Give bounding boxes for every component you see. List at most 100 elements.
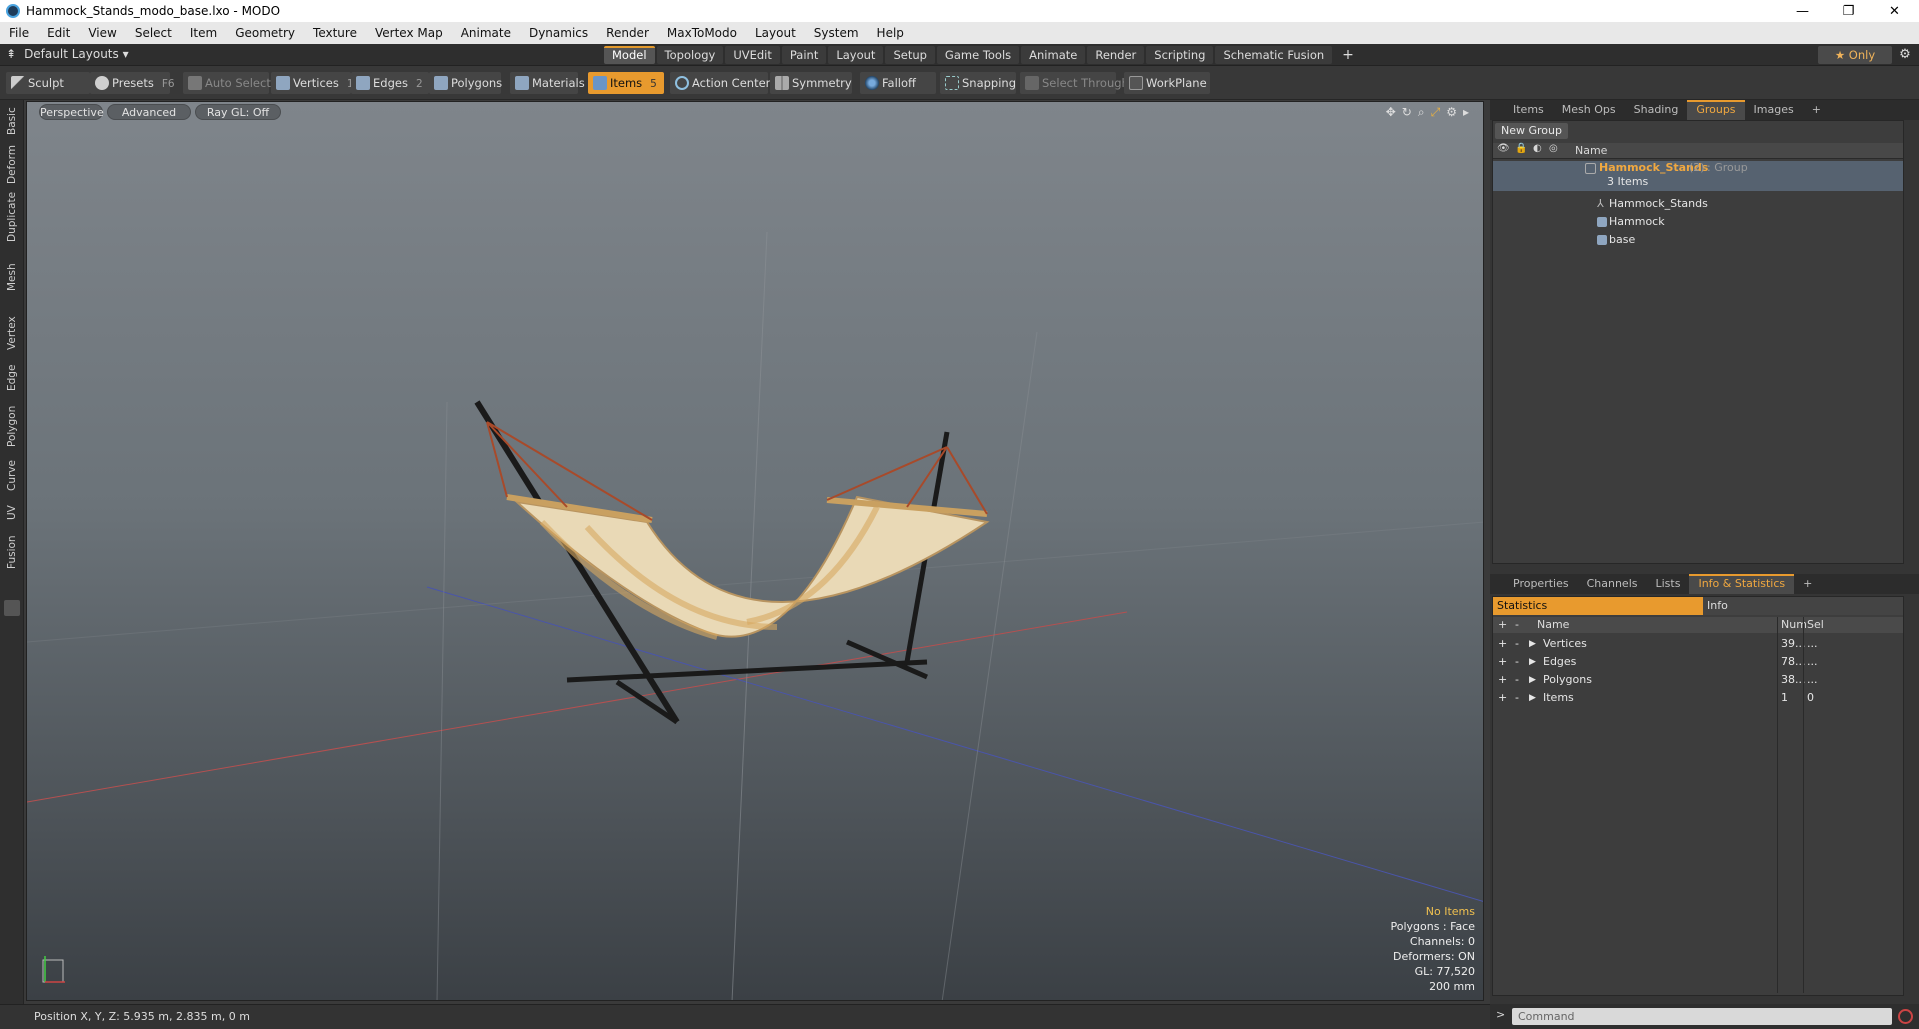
workplane-button[interactable]: WorkPlane: [1124, 72, 1210, 94]
command-input[interactable]: Command: [1512, 1008, 1892, 1025]
menu-dynamics[interactable]: Dynamics: [520, 26, 597, 40]
menu-texture[interactable]: Texture: [304, 26, 366, 40]
statistics-tab[interactable]: Statistics: [1493, 597, 1703, 615]
gear-icon[interactable]: ⚙: [1895, 46, 1915, 64]
disclosure-arrow-icon[interactable]: ▶: [1529, 671, 1536, 689]
fit-icon[interactable]: ⤢: [1431, 105, 1441, 120]
menu-select[interactable]: Select: [126, 26, 181, 40]
rotate-icon[interactable]: ↻: [1402, 105, 1412, 120]
tab-model[interactable]: Model: [604, 46, 655, 64]
scene-canvas[interactable]: [27, 102, 1484, 1001]
tree-item[interactable]: base: [1493, 231, 1903, 249]
stat-row[interactable]: + - ▶ Vertices 39... ...: [1493, 635, 1903, 653]
maximize-button[interactable]: ❐: [1826, 0, 1871, 22]
tab-layout[interactable]: Layout: [828, 46, 884, 64]
collapse-icon[interactable]: -: [1515, 653, 1519, 671]
tool-tabs-toggle[interactable]: [4, 600, 20, 616]
tab-setup[interactable]: Setup: [885, 46, 935, 64]
vtab-polygon[interactable]: Polygon: [2, 402, 22, 450]
disclosure-arrow-icon[interactable]: ▶: [1529, 689, 1536, 707]
tab-items[interactable]: Items: [1504, 100, 1553, 120]
vtab-fusion[interactable]: Fusion: [2, 532, 22, 572]
expand-all-icon[interactable]: +: [1498, 617, 1507, 633]
edges-button[interactable]: Edges 2: [351, 72, 429, 94]
polygons-button[interactable]: Polygons: [429, 72, 502, 94]
tab-paint[interactable]: Paint: [781, 46, 827, 64]
vtab-mesh-edit[interactable]: Mesh Edit: [2, 252, 38, 302]
add-panel-tab-button[interactable]: +: [1803, 100, 1830, 120]
command-record-icon[interactable]: [1898, 1009, 1913, 1024]
tab-render[interactable]: Render: [1087, 46, 1145, 64]
perspective-button[interactable]: Perspective: [39, 104, 104, 120]
advanced-button[interactable]: Advanced: [107, 104, 191, 120]
menu-layout[interactable]: Layout: [746, 26, 805, 40]
3d-viewport[interactable]: Perspective Advanced Ray GL: Off ✥ ↻ ⌕ ⤢…: [26, 101, 1484, 1001]
tab-animate[interactable]: Animate: [1021, 46, 1086, 64]
vtab-uv[interactable]: UV: [2, 502, 22, 524]
menu-vertex-map[interactable]: Vertex Map: [366, 26, 452, 40]
group-row[interactable]: Hammock_Stands (2) : Group 3 Items: [1493, 161, 1903, 191]
tab-game-tools[interactable]: Game Tools: [936, 46, 1020, 64]
collapse-icon[interactable]: -: [1515, 689, 1519, 707]
tree-item[interactable]: Hammock: [1493, 213, 1903, 231]
tab-images[interactable]: Images: [1745, 100, 1803, 120]
tab-scripting[interactable]: Scripting: [1146, 46, 1214, 64]
add-tab-button[interactable]: +: [1334, 46, 1362, 64]
menu-view[interactable]: View: [79, 26, 125, 40]
new-group-button[interactable]: New Group: [1495, 123, 1568, 139]
items-button[interactable]: Items 5: [588, 72, 664, 94]
vtab-curve[interactable]: Curve: [2, 458, 22, 494]
close-button[interactable]: ✕: [1872, 0, 1917, 22]
action-center-button[interactable]: Action Center: [670, 72, 770, 94]
stat-row[interactable]: + - ▶ Edges 78... ...: [1493, 653, 1903, 671]
menu-animate[interactable]: Animate: [452, 26, 520, 40]
expand-icon[interactable]: +: [1498, 653, 1507, 671]
tab-groups[interactable]: Groups: [1687, 100, 1745, 120]
tab-mesh-ops[interactable]: Mesh Ops: [1553, 100, 1625, 120]
symmetry-button[interactable]: Symmetry: [770, 72, 852, 94]
tab-properties[interactable]: Properties: [1504, 574, 1578, 594]
expand-icon[interactable]: +: [1498, 689, 1507, 707]
menu-maxtomodo[interactable]: MaxToModo: [658, 26, 746, 40]
vertices-button[interactable]: Vertices1: [271, 72, 354, 94]
select-through-button[interactable]: Select Through: [1020, 72, 1129, 94]
pan-icon[interactable]: ✥: [1386, 105, 1396, 120]
auto-select-button[interactable]: Auto Select: [183, 72, 271, 94]
snapping-button[interactable]: Snapping: [940, 72, 1016, 94]
tab-channels[interactable]: Channels: [1578, 574, 1647, 594]
raygl-button[interactable]: Ray GL: Off: [195, 104, 281, 120]
viewport-menu-arrow-icon[interactable]: ▸: [1463, 105, 1469, 120]
tab-info-statistics[interactable]: Info & Statistics: [1689, 574, 1795, 594]
disclosure-arrow-icon[interactable]: ▶: [1529, 653, 1536, 671]
collapse-icon[interactable]: -: [1515, 635, 1519, 653]
collapse-all-icon[interactable]: -: [1515, 617, 1519, 633]
menu-file[interactable]: File: [0, 26, 38, 40]
menu-system[interactable]: System: [805, 26, 868, 40]
sculpt-button[interactable]: Sculpt: [6, 72, 90, 94]
tab-lists[interactable]: Lists: [1647, 574, 1690, 594]
menu-edit[interactable]: Edit: [38, 26, 79, 40]
tab-shading[interactable]: Shading: [1625, 100, 1688, 120]
tab-schematic-fusion[interactable]: Schematic Fusion: [1215, 46, 1333, 64]
stat-row[interactable]: + - ▶ Items 1 0: [1493, 689, 1903, 707]
only-toggle-button[interactable]: ★ Only: [1818, 46, 1892, 64]
presets-button[interactable]: Presets F6: [90, 72, 175, 94]
expand-icon[interactable]: +: [1498, 635, 1507, 653]
disclosure-arrow-icon[interactable]: ▶: [1529, 635, 1536, 653]
zoom-icon[interactable]: ⌕: [1418, 105, 1425, 120]
materials-button[interactable]: Materials: [510, 72, 585, 94]
tab-uvedit[interactable]: UVEdit: [725, 46, 780, 64]
menu-geometry[interactable]: Geometry: [226, 26, 304, 40]
tab-topology[interactable]: Topology: [656, 46, 724, 64]
info-tab[interactable]: Info: [1703, 597, 1903, 615]
minimize-button[interactable]: —: [1780, 0, 1825, 22]
stat-row[interactable]: + - ▶ Polygons 38... ...: [1493, 671, 1903, 689]
tree-item[interactable]: ⅄ Hammock_Stands: [1493, 195, 1903, 213]
vtab-basic[interactable]: Basic: [2, 104, 22, 138]
collapse-icon[interactable]: -: [1515, 671, 1519, 689]
default-layouts-dropdown[interactable]: ⇞ Default Layouts ▾: [6, 47, 129, 61]
vtab-deform[interactable]: Deform: [2, 144, 22, 184]
menu-render[interactable]: Render: [597, 26, 658, 40]
menu-help[interactable]: Help: [868, 26, 913, 40]
vtab-edge[interactable]: Edge: [2, 362, 22, 394]
